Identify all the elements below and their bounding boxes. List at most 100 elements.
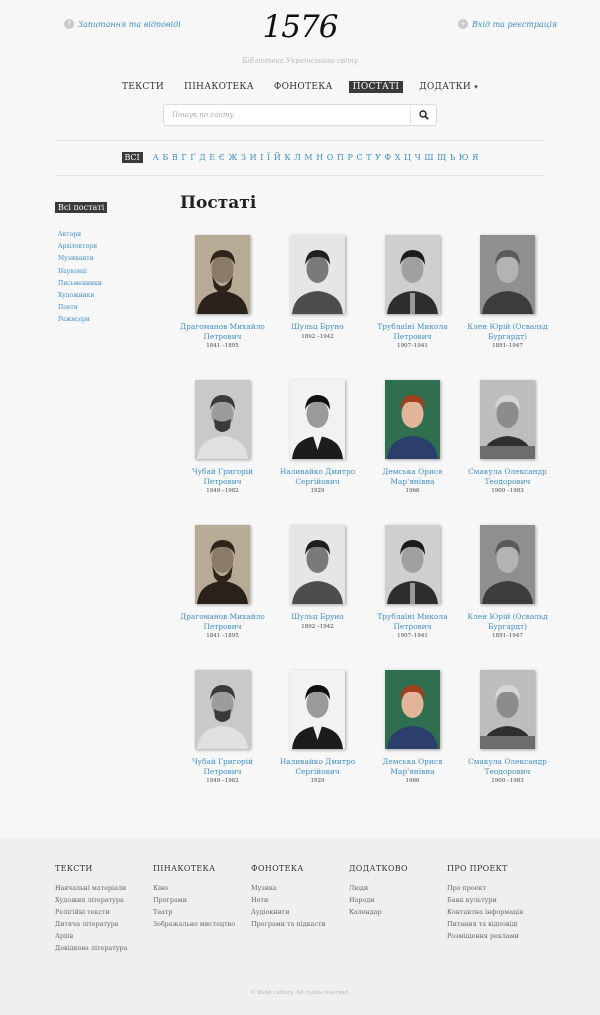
footer-link[interactable]: Програми та підкасти [251, 918, 351, 930]
sidebar-item-poets[interactable]: Поети [58, 302, 102, 314]
footer-link[interactable]: Театр [153, 906, 253, 918]
person-photo[interactable] [385, 235, 440, 314]
person-card[interactable]: Драгоманов Михайло Петрович 1841 –1895 [175, 235, 270, 349]
footer-link[interactable]: Музика [251, 882, 351, 894]
person-name[interactable]: Демська Орися Мар'янівна [365, 467, 460, 486]
footer-column-title[interactable]: ТЕКСТИ [55, 864, 155, 873]
footer-link[interactable]: Довідкова література [55, 942, 155, 954]
alphabet-letter[interactable]: В [172, 153, 178, 162]
alphabet-letter[interactable]: А [153, 153, 159, 162]
person-name[interactable]: Шульц Бруно [270, 612, 365, 622]
footer-link[interactable]: Ноти [251, 894, 351, 906]
person-photo[interactable] [480, 235, 535, 314]
footer-link[interactable]: Розміщення реклами [447, 930, 547, 942]
sidebar-item-musicians[interactable]: Музиканти [58, 253, 102, 265]
nav-pinakoteka[interactable]: ПІНАКОТЕКА [180, 81, 258, 93]
person-card[interactable]: Трублаїні Микола Петрович 1907–1941 [365, 525, 460, 639]
alphabet-letter[interactable]: Г [181, 153, 186, 162]
person-photo[interactable] [385, 380, 440, 459]
nav-fonoteka[interactable]: ФОНОТЕКА [270, 81, 337, 93]
person-card[interactable]: Смакула Олександр Теодорович 1900 –1983 [460, 380, 555, 494]
person-card[interactable]: Шульц Бруно 1892 –1942 [270, 235, 365, 340]
sidebar-item-writers[interactable]: Письменники [58, 278, 102, 290]
alphabet-letter[interactable]: М [304, 153, 312, 162]
footer-link[interactable]: Навчальні матеріали [55, 882, 155, 894]
person-name[interactable]: Клен Юрій (Освальд Бургардт) [460, 612, 555, 631]
alphabet-letter[interactable]: Ч [415, 153, 421, 162]
person-card[interactable]: Смакула Олександр Теодорович 1900 –1983 [460, 670, 555, 784]
sidebar-item-scientists[interactable]: Науковці [58, 266, 102, 278]
person-card[interactable]: Наливайко Дмитро Сергійович 1929 [270, 670, 365, 784]
alphabet-letter[interactable]: Н [316, 153, 323, 162]
footer-link[interactable]: Програми [153, 894, 253, 906]
person-photo[interactable] [195, 670, 250, 749]
person-name[interactable]: Шульц Бруно [270, 322, 365, 332]
person-photo[interactable] [195, 525, 250, 604]
alphabet-letter[interactable]: Б [162, 153, 168, 162]
footer-column-title[interactable]: ФОНОТЕКА [251, 864, 351, 873]
person-photo[interactable] [480, 380, 535, 459]
footer-link[interactable]: Народи [349, 894, 449, 906]
alphabet-letter[interactable]: Я [472, 153, 478, 162]
alphabet-letter[interactable]: Й [274, 153, 281, 162]
person-photo[interactable] [480, 525, 535, 604]
alphabet-letter[interactable]: Р [348, 153, 353, 162]
alphabet-letter[interactable]: С [356, 153, 362, 162]
nav-postati[interactable]: ПОСТАТІ [348, 81, 404, 93]
alphabet-letter[interactable]: Д [199, 153, 206, 162]
person-name[interactable]: Чубай Григорій Петрович [175, 467, 270, 486]
alphabet-letter[interactable]: Т [366, 153, 371, 162]
person-name[interactable]: Чубай Григорій Петрович [175, 757, 270, 776]
person-photo[interactable] [290, 235, 345, 314]
footer-link[interactable]: Банк культури [447, 894, 547, 906]
alphabet-letter[interactable]: Є [219, 153, 225, 162]
alphabet-all[interactable]: ВСІ [121, 152, 143, 163]
alphabet-letter[interactable]: Ь [450, 153, 455, 162]
person-name[interactable]: Драгоманов Михайло Петрович [175, 612, 270, 631]
person-name[interactable]: Драгоманов Михайло Петрович [175, 322, 270, 341]
alphabet-letter[interactable]: Ш [424, 153, 433, 162]
person-name[interactable]: Трублаїні Микола Петрович [365, 612, 460, 631]
alphabet-letter[interactable]: Ї [267, 153, 270, 162]
sidebar-item-directors[interactable]: Режисери [58, 314, 102, 326]
footer-link[interactable]: Зображальне мистецтво [153, 918, 253, 930]
footer-link[interactable]: Контактна інформація [447, 906, 547, 918]
person-photo[interactable] [290, 670, 345, 749]
person-photo[interactable] [385, 525, 440, 604]
alphabet-letter[interactable]: Е [209, 153, 215, 162]
person-card[interactable]: Трублаїні Микола Петрович 1907–1941 [365, 235, 460, 349]
person-card[interactable]: Клен Юрій (Освальд Бургардт) 1891–1947 [460, 235, 555, 349]
person-card[interactable]: Драгоманов Михайло Петрович 1841 –1895 [175, 525, 270, 639]
alphabet-letter[interactable]: Ю [459, 153, 469, 162]
person-card[interactable]: Чубай Григорій Петрович 1949 –1982 [175, 670, 270, 784]
alphabet-letter[interactable]: Х [395, 153, 401, 162]
footer-link[interactable]: Люди [349, 882, 449, 894]
footer-column-title[interactable]: ПРО ПРОЕКТ [447, 864, 547, 873]
footer-link[interactable]: Аудіокниги [251, 906, 351, 918]
alphabet-letter[interactable]: З [241, 153, 246, 162]
sidebar-item-architects[interactable]: Архітектори [58, 241, 102, 253]
alphabet-letter[interactable]: К [284, 153, 290, 162]
search-input[interactable] [164, 105, 410, 125]
footer-link[interactable]: Календар [349, 906, 449, 918]
person-photo[interactable] [385, 670, 440, 749]
alphabet-letter[interactable]: І [260, 153, 263, 162]
person-photo[interactable] [195, 235, 250, 314]
footer-link[interactable]: Кіно [153, 882, 253, 894]
person-name[interactable]: Демська Орися Мар'янівна [365, 757, 460, 776]
footer-link[interactable]: Питання та відповіді [447, 918, 547, 930]
alphabet-letter[interactable]: О [327, 153, 334, 162]
footer-column-title[interactable]: ДОДАТКОВО [349, 864, 449, 873]
person-name[interactable]: Клен Юрій (Освальд Бургардт) [460, 322, 555, 341]
footer-column-title[interactable]: ПІНАКОТЕКА [153, 864, 253, 873]
alphabet-letter[interactable]: У [375, 153, 381, 162]
person-card[interactable]: Чубай Григорій Петрович 1949 –1982 [175, 380, 270, 494]
alphabet-letter[interactable]: Щ [437, 153, 446, 162]
alphabet-letter[interactable]: И [250, 153, 257, 162]
alphabet-letter[interactable]: П [337, 153, 344, 162]
person-photo[interactable] [290, 380, 345, 459]
sidebar-title[interactable]: Всі постаті [55, 202, 108, 213]
alphabet-letter[interactable]: Ф [385, 153, 392, 162]
alphabet-letter[interactable]: Л [294, 153, 301, 162]
person-card[interactable]: Демська Орися Мар'янівна 1966 [365, 380, 460, 494]
